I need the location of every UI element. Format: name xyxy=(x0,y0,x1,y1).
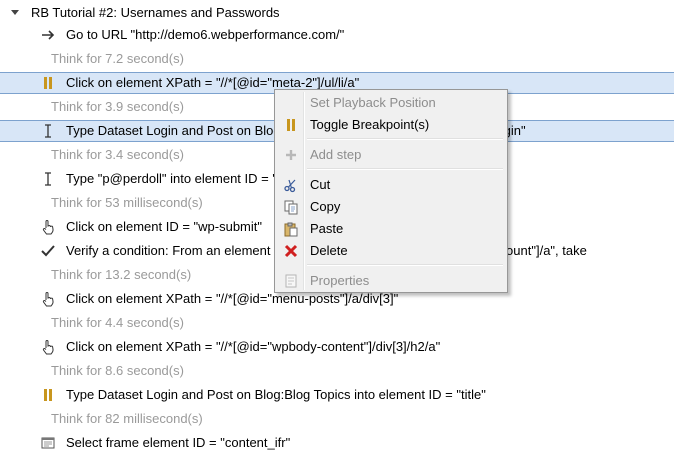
arrow-right-icon xyxy=(40,24,58,46)
menu-item-label: Properties xyxy=(310,273,370,288)
think-time-row[interactable]: Think for 4.4 second(s) xyxy=(0,312,674,334)
menu-item-label: Copy xyxy=(310,199,341,214)
menu-separator xyxy=(307,264,503,266)
step-label: Click on element ID = "wp-submit" xyxy=(66,219,262,234)
menu-item-label: Toggle Breakpoint(s) xyxy=(310,117,430,132)
menu-item-delete[interactable]: Delete xyxy=(277,240,505,262)
text-cursor-icon xyxy=(40,121,58,143)
hand-pointer-icon xyxy=(40,288,58,310)
paste-icon xyxy=(283,221,299,237)
think-time-label: Think for 3.9 second(s) xyxy=(51,99,184,114)
tree-root-label: RB Tutorial #2: Usernames and Passwords xyxy=(31,5,280,20)
context-menu: Set Playback Position Toggle Breakpoint(s… xyxy=(274,89,508,293)
step-label: Type Dataset Login and Post on Blog:Blog… xyxy=(66,387,486,402)
breakpoint-icon xyxy=(283,117,299,133)
think-time-row[interactable]: Think for 7.2 second(s) xyxy=(0,48,674,70)
menu-item-toggle-breakpoint-s[interactable]: Toggle Breakpoint(s) xyxy=(277,114,505,136)
step-row[interactable]: Go to URL "http://demo6.webperformance.c… xyxy=(0,24,674,46)
breakpoint-icon xyxy=(40,384,58,406)
menu-item-label: Cut xyxy=(310,177,331,192)
think-time-label: Think for 8.6 second(s) xyxy=(51,363,184,378)
menu-separator xyxy=(307,138,503,140)
delete-x-icon xyxy=(283,243,299,259)
plus-icon xyxy=(283,147,299,163)
breakpoint-icon xyxy=(40,73,58,95)
step-label: Go to URL "http://demo6.webperformance.c… xyxy=(66,27,345,42)
menu-item-paste[interactable]: Paste xyxy=(277,218,505,240)
menu-separator xyxy=(307,168,503,170)
checkmark-icon xyxy=(40,240,58,262)
menu-item-label: Delete xyxy=(310,243,348,258)
think-time-label: Think for 3.4 second(s) xyxy=(51,147,184,162)
think-time-label: Think for 7.2 second(s) xyxy=(51,51,184,66)
tree-root-row[interactable]: RB Tutorial #2: Usernames and Passwords xyxy=(0,2,674,24)
properties-icon xyxy=(283,273,299,289)
think-time-row[interactable]: Think for 8.6 second(s) xyxy=(0,360,674,382)
menu-item-label: Add step xyxy=(310,147,362,162)
step-label: Click on element XPath = "//*[@id="wpbod… xyxy=(66,339,441,354)
copy-icon xyxy=(283,199,299,215)
menu-item-set-playback-position: Set Playback Position xyxy=(277,92,505,114)
menu-item-copy[interactable]: Copy xyxy=(277,196,505,218)
step-row[interactable]: Type Dataset Login and Post on Blog:Blog… xyxy=(0,384,674,406)
text-cursor-icon xyxy=(40,168,58,190)
menu-item-label: Set Playback Position xyxy=(310,95,436,110)
think-time-label: Think for 13.2 second(s) xyxy=(51,267,192,282)
step-row[interactable]: Click on element XPath = "//*[@id="wpbod… xyxy=(0,336,674,358)
think-time-label: Think for 82 millisecond(s) xyxy=(51,411,203,426)
think-time-label: Think for 53 millisecond(s) xyxy=(51,195,203,210)
menu-item-add-step: Add step xyxy=(277,144,505,166)
menu-item-properties: Properties xyxy=(277,270,505,292)
menu-item-cut[interactable]: Cut xyxy=(277,174,505,196)
menu-item-label: Paste xyxy=(310,221,344,236)
collapse-triangle-icon[interactable] xyxy=(10,2,22,24)
hand-pointer-icon xyxy=(40,336,58,358)
step-label: Select frame element ID = "content_ifr" xyxy=(66,435,291,450)
think-time-label: Think for 4.4 second(s) xyxy=(51,315,184,330)
hand-pointer-icon xyxy=(40,216,58,238)
think-time-row[interactable]: Think for 82 millisecond(s) xyxy=(0,408,674,430)
step-row[interactable]: Select frame element ID = "content_ifr" xyxy=(0,432,674,454)
frame-icon xyxy=(40,432,58,454)
scissors-icon xyxy=(283,177,299,193)
